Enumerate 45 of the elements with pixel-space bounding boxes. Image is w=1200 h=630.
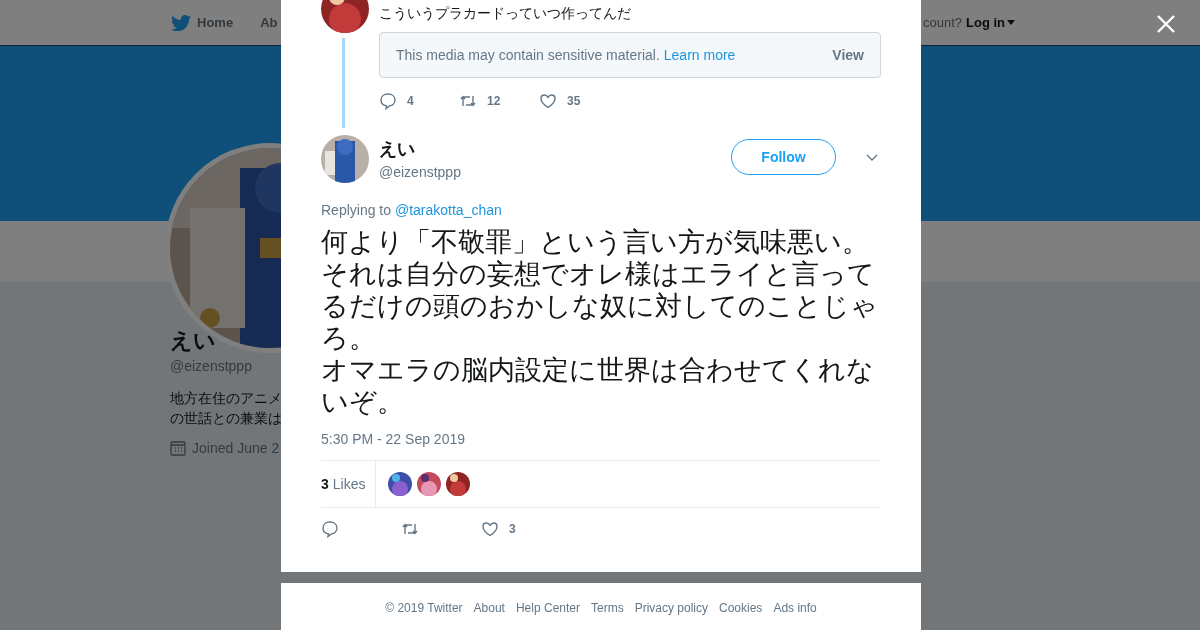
- footer-link[interactable]: © 2019 Twitter: [385, 601, 463, 630]
- calendar-icon: [170, 440, 186, 456]
- user-name: えい: [379, 138, 416, 161]
- footer-link[interactable]: Terms: [591, 601, 624, 630]
- reply-icon: [321, 520, 339, 538]
- retweet-button[interactable]: 12: [459, 92, 539, 110]
- heart-icon: [539, 92, 557, 110]
- joined-date: Joined June 2: [192, 440, 280, 456]
- like-button[interactable]: 3: [481, 520, 561, 538]
- user-handle: @eizenstppp: [379, 164, 462, 180]
- avatar[interactable]: [388, 472, 413, 496]
- like-button[interactable]: 35: [539, 92, 619, 110]
- tweet-text: オマエラの脳内設定に世界は合わせてくれないぞ。: [321, 354, 875, 418]
- login-link[interactable]: Log in: [966, 15, 1015, 30]
- tweet-timestamp: 5:30 PM - 22 Sep 2019: [321, 431, 466, 447]
- footer-link[interactable]: Ads info: [773, 601, 817, 630]
- replying-to: Replying to @tarakotta_chan: [321, 202, 503, 218]
- tweet-text: 何より「不敬罪」という言い方が気味悪い。: [321, 226, 870, 258]
- avatar[interactable]: [417, 472, 442, 496]
- view-button[interactable]: View: [832, 47, 864, 63]
- follow-button[interactable]: Follow: [731, 139, 836, 175]
- reply-icon: [379, 92, 397, 110]
- reply-button[interactable]: 4: [379, 92, 459, 110]
- bird-icon: [171, 14, 191, 31]
- tweet-text: それは自分の妄想でオレ様はエライと言ってるだけの頭のおかしな奴に対してのことじゃろ。: [321, 258, 879, 354]
- footer-link[interactable]: Cookies: [719, 601, 763, 630]
- avatar: [321, 135, 369, 183]
- likes-count[interactable]: 3 Likes: [321, 461, 377, 507]
- notice-text: This media may contain sensitive material.: [396, 47, 660, 63]
- nav-link[interactable]: Ab: [260, 15, 278, 30]
- footer-link[interactable]: About: [473, 601, 505, 630]
- heart-icon: [481, 520, 499, 538]
- nav-link[interactable]: Home: [171, 14, 234, 31]
- profile-name: えい: [170, 327, 216, 355]
- footer-link[interactable]: Privacy policy: [634, 601, 708, 630]
- profile-bio: 地方在住のアニメ の世話との兼業は: [170, 389, 282, 428]
- caret-icon: [1007, 20, 1015, 25]
- login-prompt: count?: [922, 15, 962, 30]
- avatar[interactable]: [446, 472, 471, 496]
- learn-more-link[interactable]: Learn more: [663, 47, 736, 63]
- mention-link[interactable]: @tarakotta_chan: [394, 202, 502, 218]
- close-icon[interactable]: [1157, 15, 1175, 33]
- profile-handle: @eizenstppp: [170, 358, 252, 374]
- footer-link[interactable]: Help Center: [515, 601, 580, 630]
- tweet-text: こういうプラカードっていつ作ってんだ: [379, 5, 632, 23]
